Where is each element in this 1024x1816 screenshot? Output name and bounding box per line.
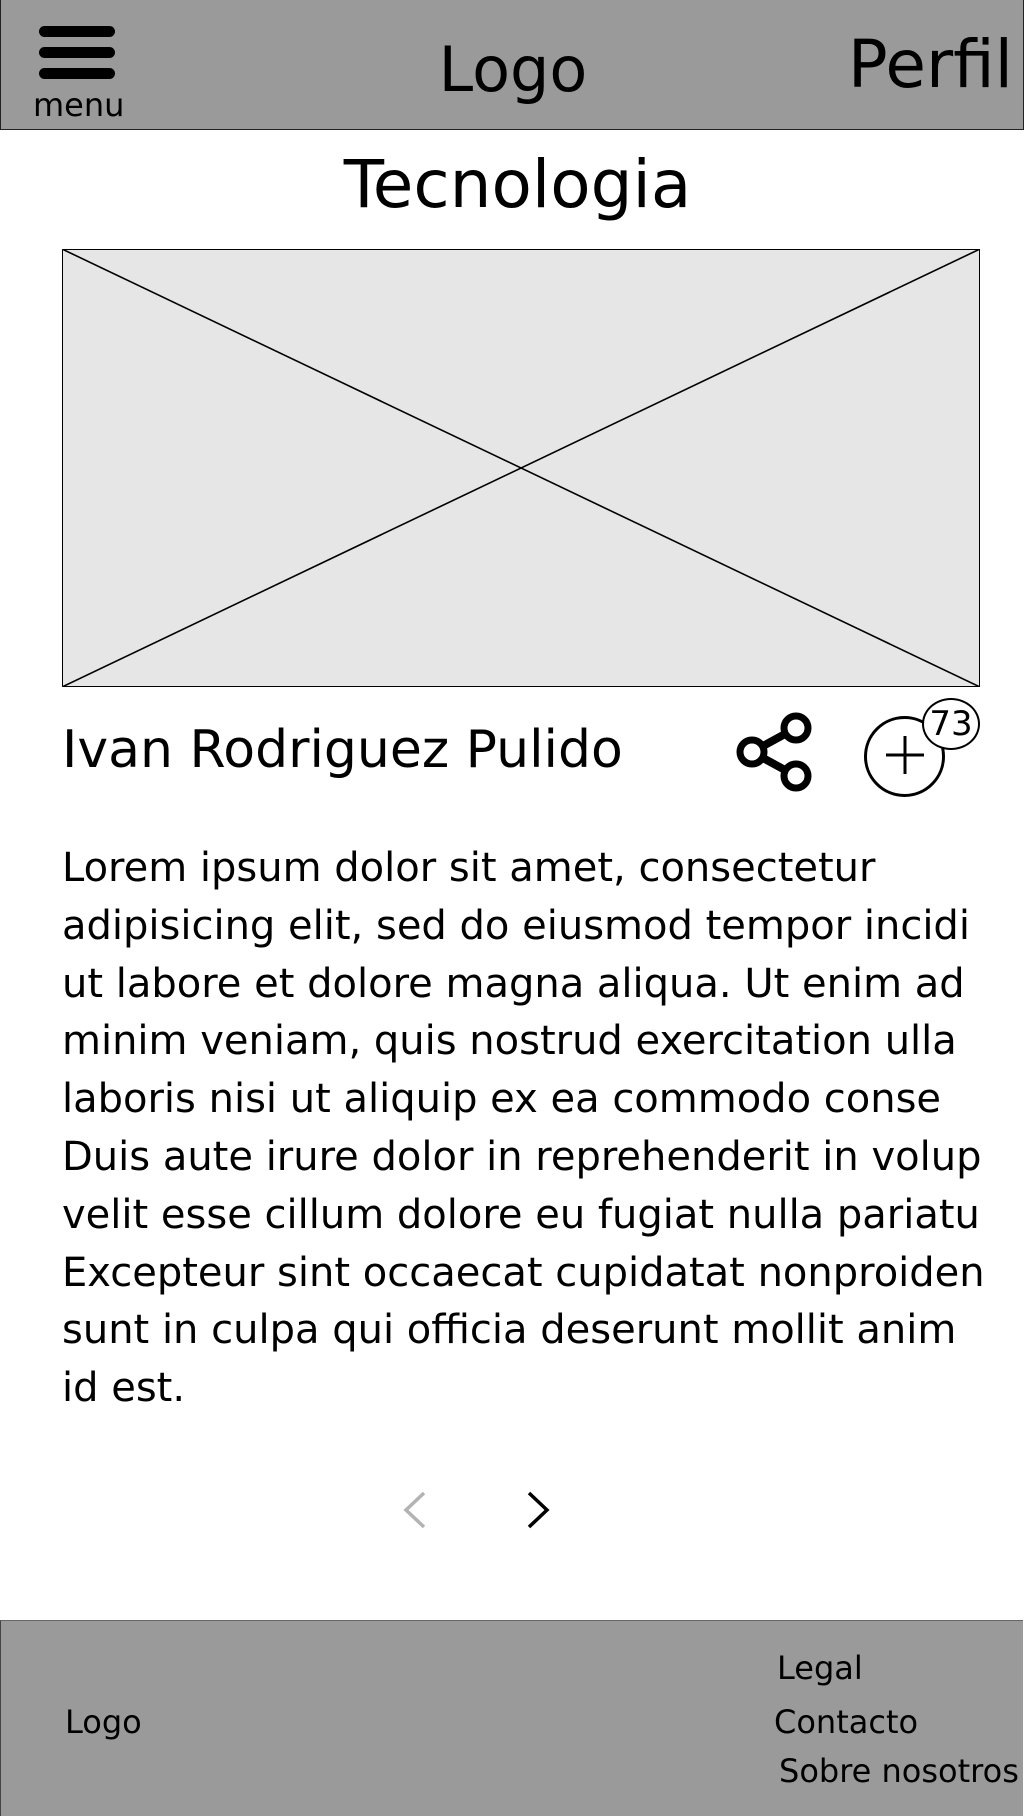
body-line: ut labore et dolore magna aliqua. Ut eni… (62, 960, 965, 1007)
body-line: minim veniam, quis nostrud exercitation … (62, 1018, 957, 1065)
body-line: velit esse cillum dolore eu fugiat nulla… (62, 1191, 980, 1238)
body-line: sunt in culpa qui officia deserunt molli… (62, 1307, 957, 1354)
profile-link[interactable]: Perfil (848, 26, 1013, 103)
share-icon (736, 712, 812, 792)
image-placeholder-icon (62, 249, 980, 687)
count-badge: 73 (922, 698, 980, 750)
footer-link-contacto[interactable]: Contacto (774, 1703, 918, 1741)
chevron-right-icon (527, 1491, 550, 1529)
footer-logo[interactable]: Logo (65, 1703, 142, 1741)
footer: Logo Legal Contacto Sobre nosotros (0, 1620, 1023, 1816)
footer-link-legal[interactable]: Legal (777, 1649, 863, 1687)
body-line: Excepteur sint occaecat cupidatat nonpro… (62, 1249, 985, 1296)
share-button[interactable] (734, 710, 814, 794)
article-body: Lorem ipsum dolor sit amet, consectetur … (62, 840, 1002, 1418)
body-line: adipisicing elit, sed do eiusmod tempor … (62, 902, 970, 949)
chevron-left-icon (403, 1491, 426, 1529)
body-line: Duis aute irure dolor in reprehenderit i… (62, 1133, 982, 1180)
plus-icon (886, 736, 924, 774)
hero-image (62, 249, 980, 687)
previous-button[interactable] (396, 1485, 436, 1535)
body-line: Lorem ipsum dolor sit amet, consectetur (62, 845, 876, 891)
header-bar: menu Logo Perfil (0, 0, 1024, 130)
page-title: Tecnologia (343, 146, 692, 223)
next-button[interactable] (520, 1485, 560, 1535)
body-line: laboris nisi ut aliquip ex ea commodo co… (62, 1076, 942, 1123)
body-line: id est. (62, 1365, 186, 1412)
footer-link-sobre-nosotros[interactable]: Sobre nosotros (779, 1752, 1019, 1790)
author-name: Ivan Rodriguez Pulido (62, 720, 623, 780)
